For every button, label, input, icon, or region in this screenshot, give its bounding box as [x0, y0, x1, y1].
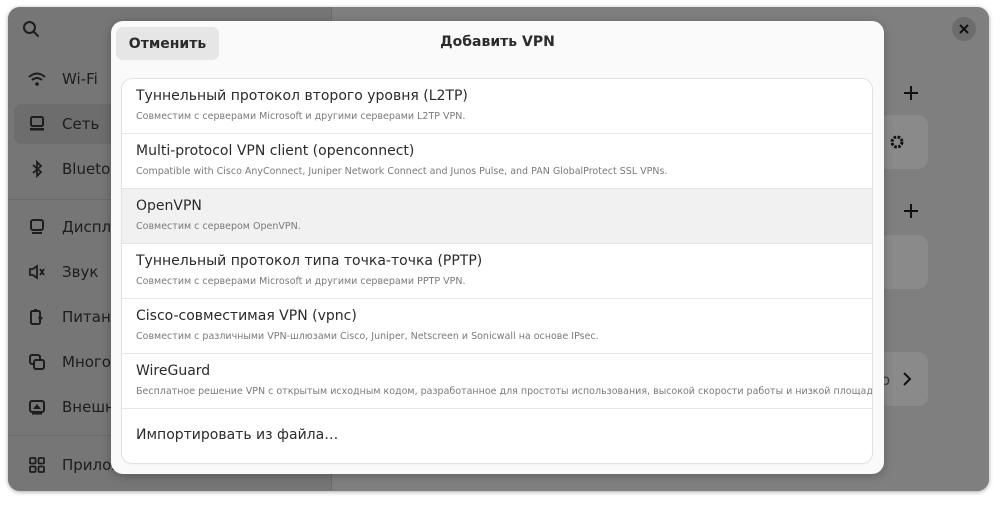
add-vpn-dialog: Отменить Добавить VPN Туннельный протоко… [111, 21, 884, 474]
sound-icon [27, 262, 47, 282]
add-icon[interactable] [902, 84, 920, 102]
vpn-option-l2tp[interactable]: Туннельный протокол второго уровня (L2TP… [122, 79, 872, 134]
sidebar-item-label: Wi-Fi [62, 70, 98, 88]
vpn-option-wireguard[interactable]: WireGuard Бесплатное решение VPN с откры… [122, 354, 872, 409]
bluetooth-icon [27, 159, 47, 179]
close-icon [959, 24, 969, 34]
appearance-icon [27, 397, 47, 417]
wifi-icon [27, 69, 47, 89]
import-from-file-option[interactable]: Импортировать из файла… [122, 409, 872, 463]
option-subtitle: Совместим с сервером OpenVPN. [136, 221, 301, 232]
sidebar-item-label: Звук [62, 263, 99, 281]
power-icon [27, 307, 47, 327]
option-title: Cisco-совместимая VPN (vpnc) [136, 308, 357, 324]
close-button[interactable] [952, 17, 976, 41]
sidebar-item-label: Сеть [62, 115, 100, 133]
option-subtitle: Совместим с серверами Microsoft и другим… [136, 111, 466, 122]
vpn-option-openconnect[interactable]: Multi-protocol VPN client (openconnect) … [122, 134, 872, 189]
apps-icon [27, 455, 47, 475]
option-title: WireGuard [136, 363, 211, 379]
option-title: Туннельный протокол типа точка-точка (PP… [136, 253, 483, 269]
vpn-option-pptp[interactable]: Туннельный протокол типа точка-точка (PP… [122, 244, 872, 299]
vpn-option-openvpn[interactable]: OpenVPN Совместим с сервером OpenVPN. [122, 189, 872, 244]
option-subtitle: Совместим с серверами Microsoft и другим… [136, 276, 466, 287]
vpn-option-vpnc[interactable]: Cisco-совместимая VPN (vpnc) Совместим с… [122, 299, 872, 354]
gear-icon[interactable] [888, 133, 906, 151]
option-title: Импортировать из файла… [136, 427, 339, 443]
vpn-type-list: Туннельный протокол второго уровня (L2TP… [122, 79, 872, 463]
network-icon [27, 114, 47, 134]
option-title: Multi-protocol VPN client (openconnect) [136, 143, 415, 159]
option-subtitle: Compatible with Cisco AnyConnect, Junipe… [136, 166, 668, 177]
option-title: OpenVPN [136, 198, 202, 214]
dialog-title: Добавить VPN [440, 34, 555, 50]
search-icon[interactable] [22, 20, 40, 38]
option-subtitle: Бесплатное решение VPN с открытым исходн… [136, 386, 872, 397]
display-icon [27, 217, 47, 237]
chevron-right-icon [903, 372, 912, 386]
multitasking-icon [27, 352, 47, 372]
option-title: Туннельный протокол второго уровня (L2TP… [136, 88, 468, 104]
vpn-card [878, 235, 928, 289]
add-icon[interactable] [902, 202, 920, 220]
option-subtitle: Совместим с различными VPN-шлюзами Cisco… [136, 331, 599, 342]
